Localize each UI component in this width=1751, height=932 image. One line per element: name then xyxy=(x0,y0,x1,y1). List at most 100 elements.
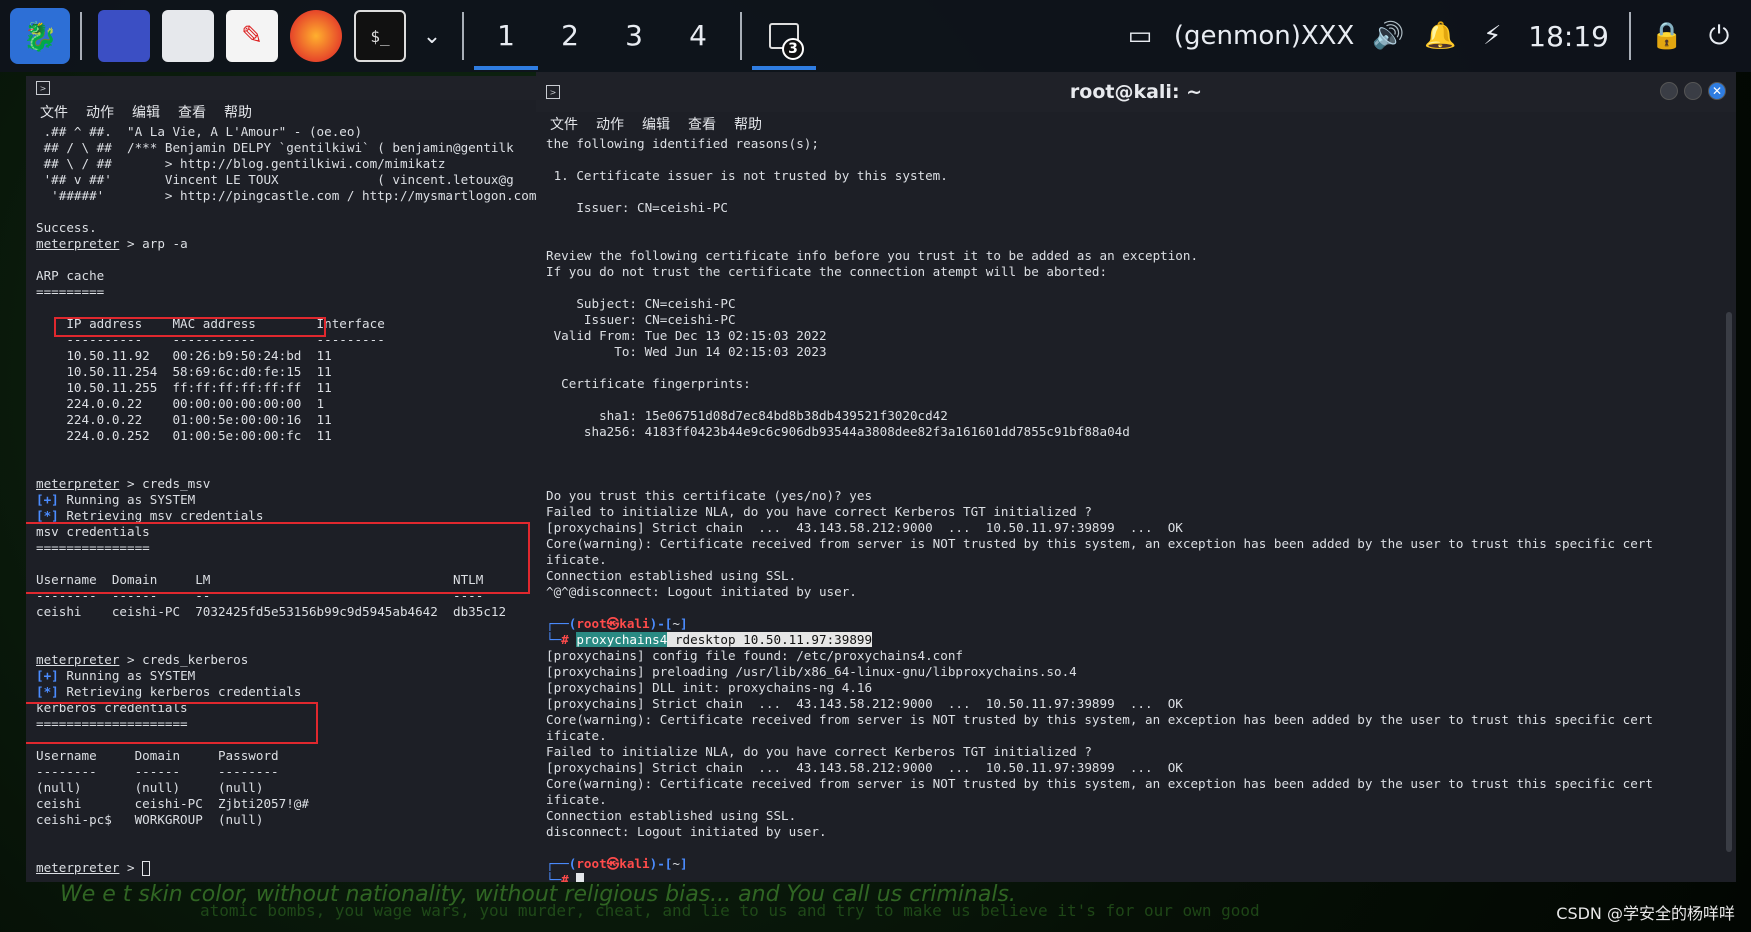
terminal-line: 224.0.0.22 00:00:00:00:00:00 1 xyxy=(36,396,325,411)
left-terminal-output[interactable]: .## ^ ##. "A La Vie, A L'Amour" - (oe.eo… xyxy=(26,124,536,876)
show-desktop-icon[interactable] xyxy=(98,10,150,62)
menu-file[interactable]: 文件 xyxy=(550,114,578,134)
terminal-line: 10.50.11.92 00:26:b9:50:24:bd 11 xyxy=(36,348,332,363)
terminal-line: If you do not trust the certificate the … xyxy=(546,264,1108,279)
terminal-line: '## v ##' Vincent LE TOUX ( vincent.leto… xyxy=(36,172,514,187)
terminal-line: [proxychains] Strict chain ... 43.143.58… xyxy=(546,696,1183,711)
terminal-line: Core(warning): Certificate received from… xyxy=(546,536,1653,551)
terminal-line: ificate. xyxy=(546,728,607,743)
menu-help[interactable]: 帮助 xyxy=(224,102,252,122)
kali-menu-icon[interactable]: 🐉 xyxy=(10,8,70,64)
terminal-line: ificate. xyxy=(546,552,607,567)
file-manager-icon[interactable] xyxy=(162,10,214,62)
text-editor-icon[interactable]: ✎ xyxy=(226,10,278,62)
menu-view[interactable]: 查看 xyxy=(178,102,206,122)
terminal-line: ificate. xyxy=(546,792,607,807)
terminal-line: 224.0.0.22 01:00:5e:00:00:16 11 xyxy=(36,412,332,427)
terminal-line: the following identified reasons(s); xyxy=(546,136,819,151)
network-icon[interactable]: ▭ xyxy=(1114,0,1166,72)
left-terminal-window[interactable]: > 文件 动作 编辑 查看 帮助 .## ^ ##. "A La Vie, A … xyxy=(26,76,536,882)
terminal-line: '#####' > http://pingcastle.com / http:/… xyxy=(36,188,536,203)
right-terminal-titlebar[interactable]: > root@kali: ~ ✕ xyxy=(536,72,1736,112)
terminal-line: Core(warning): Certificate received from… xyxy=(546,712,1653,727)
terminal-line: Connection established using SSL. xyxy=(546,808,797,823)
terminal-line: meterpreter > creds_kerberos xyxy=(36,652,249,667)
workspace-2[interactable]: 2 xyxy=(538,0,602,72)
terminal-line: 10.50.11.255 ff:ff:ff:ff:ff:ff 11 xyxy=(36,380,332,395)
window-title: root@kali: ~ xyxy=(1069,81,1203,103)
terminal-line: [proxychains] Strict chain ... 43.143.58… xyxy=(546,760,1183,775)
terminal-line: sha1: 15e06751d08d7ec84bd8b38db439521f30… xyxy=(546,408,948,423)
menu-help[interactable]: 帮助 xyxy=(734,114,762,134)
terminal-line: Connection established using SSL. xyxy=(546,568,797,583)
highlight-box-kerberos xyxy=(26,702,318,744)
window-count-badge: 3 xyxy=(782,38,804,60)
terminal-line: ========= xyxy=(36,284,105,299)
terminal-line: [+] Running as SYSTEM xyxy=(36,492,196,507)
panel-separator xyxy=(740,12,742,60)
terminal-line: ## / \ ## /*** Benjamin DELPY `gentilkiw… xyxy=(36,140,514,155)
terminal-line: Valid From: Tue Dec 13 02:15:03 2022 xyxy=(546,328,827,343)
maximize-button[interactable] xyxy=(1684,82,1702,100)
right-terminal-menubar: 文件 动作 编辑 查看 帮助 xyxy=(536,112,1736,136)
terminal-line: [proxychains] preloading /usr/lib/x86_64… xyxy=(546,664,1077,679)
menu-view[interactable]: 查看 xyxy=(688,114,716,134)
scrollbar[interactable] xyxy=(1726,312,1732,852)
terminal-line: [+] Running as SYSTEM xyxy=(36,668,196,683)
close-button[interactable]: ✕ xyxy=(1708,82,1726,100)
highlight-box-msv xyxy=(26,522,530,594)
firefox-icon[interactable] xyxy=(290,10,342,62)
power-manager-icon[interactable]: ⚡ xyxy=(1466,0,1518,72)
terminal-line: Review the following certificate info be… xyxy=(546,248,1199,263)
clock[interactable]: 18:19 xyxy=(1518,20,1619,53)
terminal-line: └─# xyxy=(546,872,1736,882)
workspace-4[interactable]: 4 xyxy=(666,0,730,72)
menu-file[interactable]: 文件 xyxy=(40,102,68,122)
left-terminal-titlebar[interactable]: > xyxy=(26,76,536,100)
top-panel: 🐉 ✎ $_ ⌄ 1 2 3 4 3 ▭ (genmon)XXX 🔊 🔔 ⚡ 1… xyxy=(0,0,1751,72)
terminal-line: Username Domain Password xyxy=(36,748,279,763)
workspace-3[interactable]: 3 xyxy=(602,0,666,72)
terminal-line: Failed to initialize NLA, do you have co… xyxy=(546,744,1092,759)
terminal-icon[interactable]: $_ xyxy=(354,10,406,62)
right-terminal-output[interactable]: the following identified reasons(s); 1. … xyxy=(536,136,1736,882)
terminal-line: disconnect: Logout initiated by user. xyxy=(546,824,827,839)
logout-icon[interactable]: ⏻ xyxy=(1693,0,1745,72)
terminal-line: Do you trust this certificate (yes/no)? … xyxy=(546,488,873,503)
workspace-1[interactable]: 1 xyxy=(474,0,538,72)
chevron-down-icon[interactable]: ⌄ xyxy=(412,0,452,72)
terminal-line: Certificate fingerprints: xyxy=(546,376,751,391)
notification-bell-icon[interactable]: 🔔 xyxy=(1414,0,1466,72)
right-terminal-window[interactable]: > root@kali: ~ ✕ 文件 动作 编辑 查看 帮助 the foll… xyxy=(536,72,1736,882)
taskbar-terminal[interactable]: 3 xyxy=(752,0,816,72)
terminal-line: 10.50.11.254 58:69:6c:d0:fe:15 11 xyxy=(36,364,332,379)
volume-icon[interactable]: 🔊 xyxy=(1362,0,1414,72)
terminal-line: -------- ------ -------- xyxy=(36,764,279,779)
menu-edit[interactable]: 编辑 xyxy=(132,102,160,122)
menu-actions[interactable]: 动作 xyxy=(86,102,114,122)
lock-screen-icon[interactable]: 🔒 xyxy=(1641,0,1693,72)
genmon-label: (genmon)XXX xyxy=(1173,21,1355,51)
minimize-button[interactable] xyxy=(1660,82,1678,100)
watermark: CSDN @学安全的杨咩咩 xyxy=(1556,904,1735,923)
panel-separator xyxy=(462,12,464,60)
menu-edit[interactable]: 编辑 xyxy=(642,114,670,134)
left-terminal-menubar: 文件 动作 编辑 查看 帮助 xyxy=(26,100,536,124)
terminal-line: Issuer: CN=ceishi-PC xyxy=(546,312,736,327)
terminal-line: [*] Retrieving kerberos credentials xyxy=(36,684,302,699)
menu-actions[interactable]: 动作 xyxy=(596,114,624,134)
